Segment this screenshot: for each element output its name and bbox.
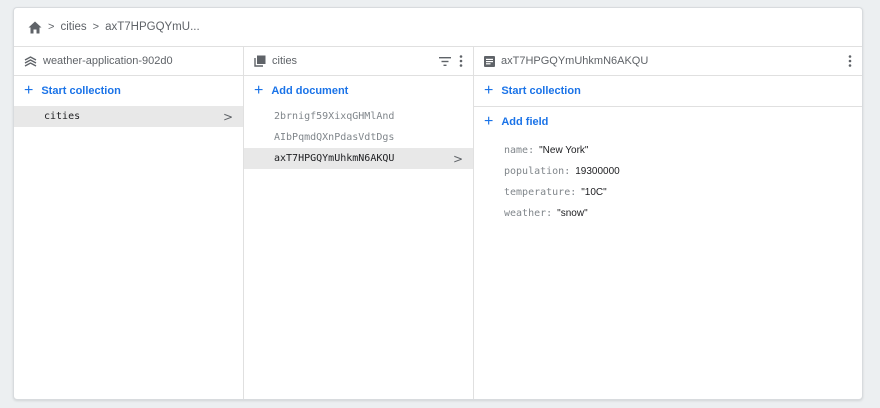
add-field-button[interactable]: + Add field xyxy=(474,107,862,137)
root-pane-header: weather-application-902d0 xyxy=(14,47,243,76)
breadcrumb: > cities > axT7HPGQYmU... xyxy=(14,8,862,47)
document-pane-header: axT7HPGQYmUhkmN6AKQU xyxy=(474,47,862,76)
field-list: name: "New York" population: 19300000 te… xyxy=(474,137,862,224)
add-field-label: Add field xyxy=(501,116,549,128)
firestore-data-viewer: > cities > axT7HPGQYmU... weather-applic… xyxy=(13,7,863,400)
document-tools xyxy=(848,55,852,67)
plus-icon: + xyxy=(484,82,494,99)
more-vert-icon[interactable] xyxy=(459,55,463,67)
collection-pane: cities + Add document 2brnigf59XixqGHMlA… xyxy=(244,47,474,399)
plus-icon: + xyxy=(24,82,34,99)
field-value: "New York" xyxy=(539,145,589,156)
field-row[interactable]: weather: "snow" xyxy=(474,203,862,224)
field-value: 19300000 xyxy=(575,166,620,177)
field-value: "10C" xyxy=(581,187,607,198)
project-title: weather-application-902d0 xyxy=(43,55,173,67)
collection-title: cities xyxy=(272,55,298,67)
add-document-label: Add document xyxy=(271,85,349,97)
field-row[interactable]: population: 19300000 xyxy=(474,161,862,182)
more-vert-icon[interactable] xyxy=(848,55,852,67)
plus-icon: + xyxy=(254,82,264,99)
breadcrumb-separator: > xyxy=(48,21,55,33)
breadcrumb-item-cities[interactable]: cities xyxy=(60,21,86,33)
chevron-right-icon: > xyxy=(222,109,233,124)
field-key: name: xyxy=(504,145,535,156)
root-pane: weather-application-902d0 + Start collec… xyxy=(14,47,244,399)
field-key: population: xyxy=(504,166,571,177)
plus-icon: + xyxy=(484,113,494,130)
add-document-button[interactable]: + Add document xyxy=(244,76,473,106)
start-subcollection-button[interactable]: + Start collection xyxy=(474,76,862,106)
collection-item-cities[interactable]: cities > xyxy=(14,106,243,127)
home-icon[interactable] xyxy=(28,21,42,34)
document-pane: axT7HPGQYmUhkmN6AKQU + Start collection xyxy=(474,47,862,399)
start-subcollection-label: Start collection xyxy=(501,85,581,97)
breadcrumb-item-document[interactable]: axT7HPGQYmU... xyxy=(105,21,200,33)
document-item-label: axT7HPGQYmUhkmN6AKQU xyxy=(274,153,395,164)
document-item-label: AIbPqmdQXnPdasVdtDgs xyxy=(274,132,395,143)
collection-item-label: cities xyxy=(44,111,81,122)
panes: weather-application-902d0 + Start collec… xyxy=(14,47,862,399)
field-value: "snow" xyxy=(557,208,588,219)
field-key: weather: xyxy=(504,208,553,219)
collection-icon xyxy=(254,55,266,67)
collection-pane-header: cities xyxy=(244,47,473,76)
document-item-selected[interactable]: axT7HPGQYmUhkmN6AKQU > xyxy=(244,148,473,169)
start-collection-button[interactable]: + Start collection xyxy=(14,76,243,106)
start-collection-label: Start collection xyxy=(41,85,121,97)
chevron-right-icon: > xyxy=(452,151,463,166)
firestore-icon xyxy=(24,55,37,67)
field-row[interactable]: temperature: "10C" xyxy=(474,182,862,203)
document-item[interactable]: 2brnigf59XixqGHMlAnd xyxy=(244,106,473,127)
field-row[interactable]: name: "New York" xyxy=(474,140,862,161)
collection-tools xyxy=(439,55,463,67)
document-item-label: 2brnigf59XixqGHMlAnd xyxy=(274,111,395,122)
document-icon xyxy=(484,55,495,67)
document-item[interactable]: AIbPqmdQXnPdasVdtDgs xyxy=(244,127,473,148)
breadcrumb-separator: > xyxy=(92,21,100,33)
document-title: axT7HPGQYmUhkmN6AKQU xyxy=(501,55,649,67)
field-key: temperature: xyxy=(504,187,577,198)
filter-icon[interactable] xyxy=(439,56,451,66)
